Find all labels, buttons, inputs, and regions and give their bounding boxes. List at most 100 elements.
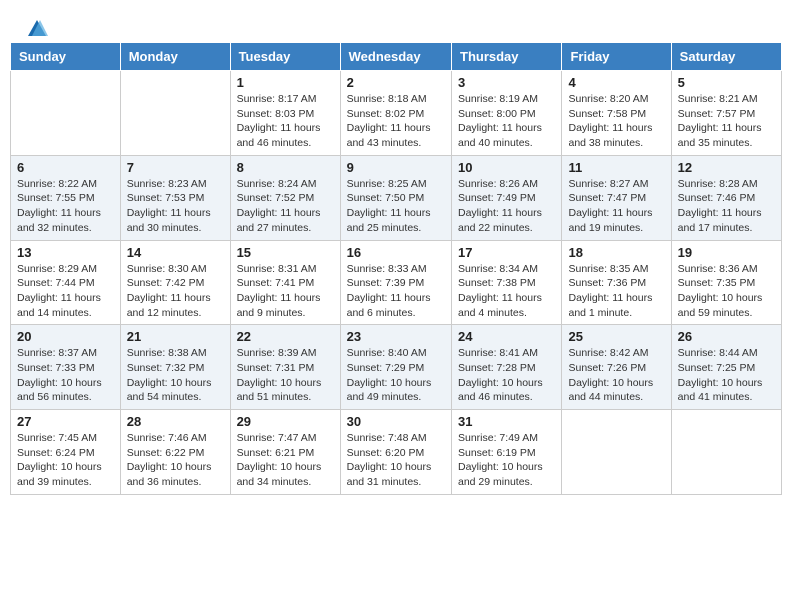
calendar-cell: 20 Sunrise: 8:37 AM Sunset: 7:33 PM Dayli… (11, 325, 121, 410)
day-number: 9 (347, 160, 445, 175)
day-number: 21 (127, 329, 224, 344)
day-info: Sunrise: 8:23 AM Sunset: 7:53 PM Dayligh… (127, 177, 224, 236)
day-info: Sunrise: 7:48 AM Sunset: 6:20 PM Dayligh… (347, 431, 445, 490)
day-number: 10 (458, 160, 555, 175)
day-info: Sunrise: 8:34 AM Sunset: 7:38 PM Dayligh… (458, 262, 555, 321)
calendar-cell: 15 Sunrise: 8:31 AM Sunset: 7:41 PM Dayli… (230, 240, 340, 325)
day-number: 2 (347, 75, 445, 90)
calendar-cell: 6Sunrise: 8:22 AM Sunset: 7:55 PM Daylig… (11, 155, 121, 240)
day-number: 29 (237, 414, 334, 429)
day-info: Sunrise: 8:42 AM Sunset: 7:26 PM Dayligh… (568, 346, 664, 405)
day-info: Sunrise: 8:24 AM Sunset: 7:52 PM Dayligh… (237, 177, 334, 236)
day-info: Sunrise: 8:37 AM Sunset: 7:33 PM Dayligh… (17, 346, 114, 405)
calendar-cell: 7 Sunrise: 8:23 AM Sunset: 7:53 PM Daylig… (120, 155, 230, 240)
calendar-header-row: SundayMondayTuesdayWednesdayThursdayFrid… (11, 43, 782, 71)
calendar-cell: 19 Sunrise: 8:36 AM Sunset: 7:35 PM Dayli… (671, 240, 781, 325)
day-info: Sunrise: 8:38 AM Sunset: 7:32 PM Dayligh… (127, 346, 224, 405)
day-info: Sunrise: 8:31 AM Sunset: 7:41 PM Dayligh… (237, 262, 334, 321)
day-number: 3 (458, 75, 555, 90)
day-number: 27 (17, 414, 114, 429)
day-info: Sunrise: 8:41 AM Sunset: 7:28 PM Dayligh… (458, 346, 555, 405)
day-info: Sunrise: 8:44 AM Sunset: 7:25 PM Dayligh… (678, 346, 775, 405)
day-number: 18 (568, 245, 664, 260)
day-number: 17 (458, 245, 555, 260)
calendar-wrapper: SundayMondayTuesdayWednesdayThursdayFrid… (0, 42, 792, 505)
day-number: 26 (678, 329, 775, 344)
calendar-cell: 13 Sunrise: 8:29 AM Sunset: 7:44 PM Dayli… (11, 240, 121, 325)
calendar-cell: 17 Sunrise: 8:34 AM Sunset: 7:38 PM Dayli… (452, 240, 562, 325)
calendar-cell: 25 Sunrise: 8:42 AM Sunset: 7:26 PM Dayli… (562, 325, 671, 410)
weekday-header-thursday: Thursday (452, 43, 562, 71)
day-info: Sunrise: 8:39 AM Sunset: 7:31 PM Dayligh… (237, 346, 334, 405)
day-number: 12 (678, 160, 775, 175)
calendar-cell (120, 71, 230, 156)
calendar-cell: 22 Sunrise: 8:39 AM Sunset: 7:31 PM Dayli… (230, 325, 340, 410)
day-info: Sunrise: 8:29 AM Sunset: 7:44 PM Dayligh… (17, 262, 114, 321)
day-number: 15 (237, 245, 334, 260)
calendar-cell: 26 Sunrise: 8:44 AM Sunset: 7:25 PM Dayli… (671, 325, 781, 410)
calendar-cell: 2 Sunrise: 8:18 AM Sunset: 8:02 PM Daylig… (340, 71, 451, 156)
day-info: Sunrise: 8:25 AM Sunset: 7:50 PM Dayligh… (347, 177, 445, 236)
day-number: 11 (568, 160, 664, 175)
weekday-header-saturday: Saturday (671, 43, 781, 71)
weekday-header-sunday: Sunday (11, 43, 121, 71)
calendar-cell: 11 Sunrise: 8:27 AM Sunset: 7:47 PM Dayli… (562, 155, 671, 240)
calendar-cell: 3 Sunrise: 8:19 AM Sunset: 8:00 PM Daylig… (452, 71, 562, 156)
calendar-cell (671, 410, 781, 495)
day-number: 22 (237, 329, 334, 344)
day-number: 8 (237, 160, 334, 175)
calendar-week-row: 13 Sunrise: 8:29 AM Sunset: 7:44 PM Dayli… (11, 240, 782, 325)
day-number: 7 (127, 160, 224, 175)
day-info: Sunrise: 7:47 AM Sunset: 6:21 PM Dayligh… (237, 431, 334, 490)
day-info: Sunrise: 8:36 AM Sunset: 7:35 PM Dayligh… (678, 262, 775, 321)
day-number: 20 (17, 329, 114, 344)
day-info: Sunrise: 8:21 AM Sunset: 7:57 PM Dayligh… (678, 92, 775, 151)
day-number: 13 (17, 245, 114, 260)
day-number: 25 (568, 329, 664, 344)
day-info: Sunrise: 7:49 AM Sunset: 6:19 PM Dayligh… (458, 431, 555, 490)
calendar-week-row: 6Sunrise: 8:22 AM Sunset: 7:55 PM Daylig… (11, 155, 782, 240)
calendar-cell: 29 Sunrise: 7:47 AM Sunset: 6:21 PM Dayli… (230, 410, 340, 495)
header (0, 0, 792, 42)
weekday-header-monday: Monday (120, 43, 230, 71)
calendar-cell: 28 Sunrise: 7:46 AM Sunset: 6:22 PM Dayli… (120, 410, 230, 495)
calendar-cell: 1 Sunrise: 8:17 AM Sunset: 8:03 PM Daylig… (230, 71, 340, 156)
day-info: Sunrise: 8:27 AM Sunset: 7:47 PM Dayligh… (568, 177, 664, 236)
day-info: Sunrise: 8:40 AM Sunset: 7:29 PM Dayligh… (347, 346, 445, 405)
calendar-cell: 16 Sunrise: 8:33 AM Sunset: 7:39 PM Dayli… (340, 240, 451, 325)
day-info: Sunrise: 8:20 AM Sunset: 7:58 PM Dayligh… (568, 92, 664, 151)
logo (24, 18, 48, 36)
logo-icon (26, 18, 48, 40)
day-number: 1 (237, 75, 334, 90)
day-info: Sunrise: 7:46 AM Sunset: 6:22 PM Dayligh… (127, 431, 224, 490)
calendar-cell: 10 Sunrise: 8:26 AM Sunset: 7:49 PM Dayli… (452, 155, 562, 240)
calendar-cell: 18 Sunrise: 8:35 AM Sunset: 7:36 PM Dayli… (562, 240, 671, 325)
day-info: Sunrise: 8:18 AM Sunset: 8:02 PM Dayligh… (347, 92, 445, 151)
day-info: Sunrise: 8:28 AM Sunset: 7:46 PM Dayligh… (678, 177, 775, 236)
day-info: Sunrise: 7:45 AM Sunset: 6:24 PM Dayligh… (17, 431, 114, 490)
calendar-cell: 12 Sunrise: 8:28 AM Sunset: 7:46 PM Dayli… (671, 155, 781, 240)
calendar-week-row: 27 Sunrise: 7:45 AM Sunset: 6:24 PM Dayli… (11, 410, 782, 495)
day-number: 4 (568, 75, 664, 90)
calendar-cell: 8 Sunrise: 8:24 AM Sunset: 7:52 PM Daylig… (230, 155, 340, 240)
calendar-table: SundayMondayTuesdayWednesdayThursdayFrid… (10, 42, 782, 495)
calendar-cell: 23 Sunrise: 8:40 AM Sunset: 7:29 PM Dayli… (340, 325, 451, 410)
calendar-cell: 24Sunrise: 8:41 AM Sunset: 7:28 PM Dayli… (452, 325, 562, 410)
day-info: Sunrise: 8:33 AM Sunset: 7:39 PM Dayligh… (347, 262, 445, 321)
day-info: Sunrise: 8:17 AM Sunset: 8:03 PM Dayligh… (237, 92, 334, 151)
day-number: 28 (127, 414, 224, 429)
day-info: Sunrise: 8:35 AM Sunset: 7:36 PM Dayligh… (568, 262, 664, 321)
day-number: 19 (678, 245, 775, 260)
day-number: 5 (678, 75, 775, 90)
calendar-cell: 4 Sunrise: 8:20 AM Sunset: 7:58 PM Daylig… (562, 71, 671, 156)
calendar-cell (11, 71, 121, 156)
calendar-cell: 9 Sunrise: 8:25 AM Sunset: 7:50 PM Daylig… (340, 155, 451, 240)
day-number: 31 (458, 414, 555, 429)
calendar-cell: 31 Sunrise: 7:49 AM Sunset: 6:19 PM Dayli… (452, 410, 562, 495)
calendar-cell: 30Sunrise: 7:48 AM Sunset: 6:20 PM Dayli… (340, 410, 451, 495)
day-info: Sunrise: 8:26 AM Sunset: 7:49 PM Dayligh… (458, 177, 555, 236)
day-number: 16 (347, 245, 445, 260)
day-info: Sunrise: 8:19 AM Sunset: 8:00 PM Dayligh… (458, 92, 555, 151)
calendar-cell: 27 Sunrise: 7:45 AM Sunset: 6:24 PM Dayli… (11, 410, 121, 495)
day-number: 23 (347, 329, 445, 344)
